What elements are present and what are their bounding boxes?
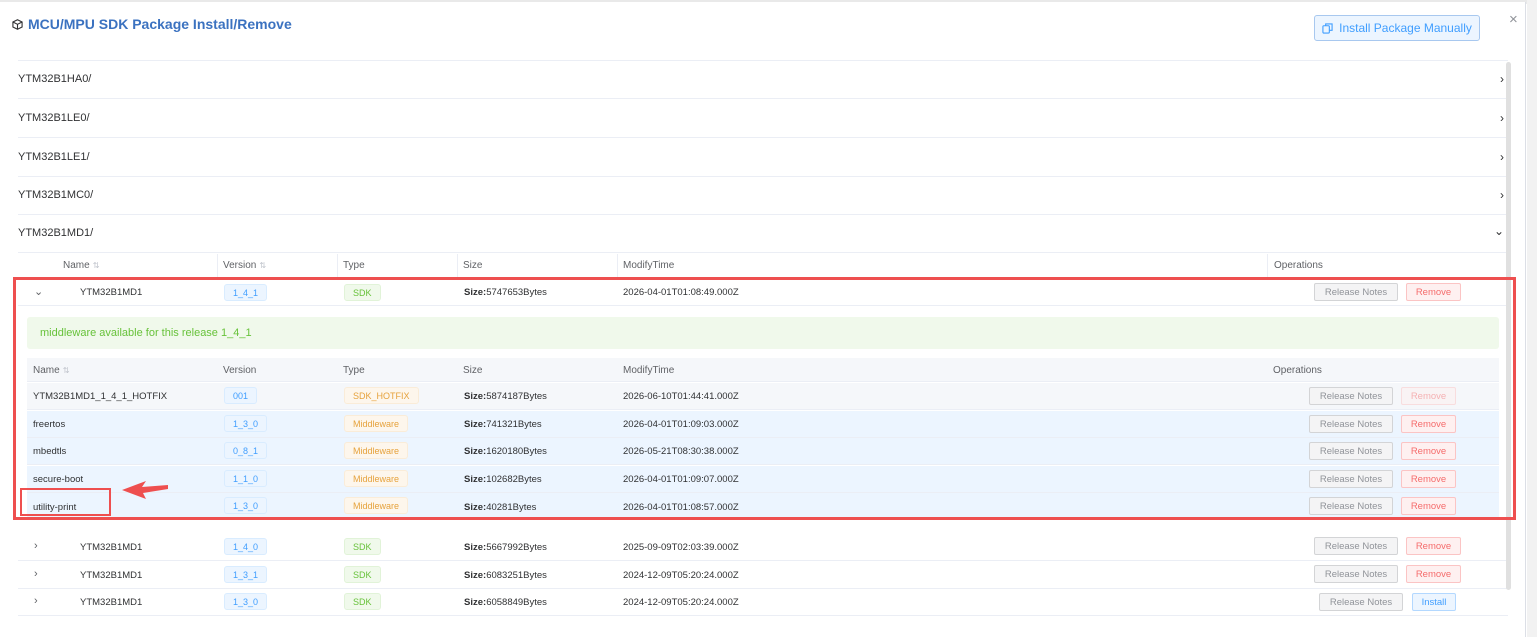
chevron-right-icon: › (1500, 188, 1504, 202)
collapse-group-label: YTM32B1MD1/ (18, 227, 94, 239)
copy-icon (1322, 22, 1333, 34)
collapse-group-ytm32b1le0[interactable]: YTM32B1LE0/ › (18, 99, 1508, 138)
chevron-right-icon: › (1500, 150, 1504, 164)
remove-button[interactable]: Remove (1406, 537, 1461, 555)
header-type: Type (343, 260, 365, 271)
row-modify-time: 2024-12-09T05:20:24.000Z (623, 597, 739, 608)
table-row: › YTM32B1MD1 1_3_0 SDK Size:6058849Bytes… (18, 589, 1508, 616)
version-tag: 1_3_1 (224, 566, 268, 583)
collapse-group-ytm32b1md1[interactable]: YTM32B1MD1/ ⌄ (18, 214, 1508, 253)
chevron-right-icon: › (1500, 111, 1504, 125)
row-size: Size:5667992Bytes (464, 542, 547, 553)
table-row: › YTM32B1MD1 1_3_1 SDK Size:6083251Bytes… (18, 561, 1508, 589)
type-tag: SDK (344, 566, 381, 583)
annotation-highlight-box (13, 277, 1516, 520)
row-name: YTM32B1MD1 (80, 570, 143, 581)
row-size: Size:6083251Bytes (464, 570, 547, 581)
column-divider (337, 254, 338, 278)
install-button[interactable]: Install (1412, 593, 1456, 611)
collapse-group-label: YTM32B1HA0/ (18, 73, 92, 85)
version-tag: 1_3_0 (224, 593, 268, 610)
annotation-arrow-icon (122, 481, 168, 499)
column-divider (217, 254, 218, 278)
row-modify-time: 2024-12-09T05:20:24.000Z (623, 570, 739, 581)
column-divider (457, 254, 458, 278)
collapse-group-ytm32b1mc0[interactable]: YTM32B1MC0/ › (18, 176, 1508, 215)
remove-button[interactable]: Remove (1406, 565, 1461, 583)
chevron-down-icon: ⌄ (1493, 224, 1504, 238)
header-operations: Operations (1274, 260, 1323, 271)
type-tag: SDK (344, 593, 381, 610)
chevron-right-icon: › (1500, 72, 1504, 86)
collapse-group-label: YTM32B1LE0/ (18, 112, 90, 124)
release-notes-button[interactable]: Release Notes (1314, 565, 1398, 583)
package-icon (12, 18, 23, 30)
release-notes-button[interactable]: Release Notes (1319, 593, 1403, 611)
install-package-manually-button[interactable]: Install Package Manually (1314, 15, 1480, 41)
column-divider (1267, 254, 1268, 278)
type-tag: SDK (344, 538, 381, 555)
collapse-group-label: YTM32B1MC0/ (18, 189, 94, 201)
sort-icon[interactable]: ⇅ (93, 261, 100, 270)
row-name: YTM32B1MD1 (80, 542, 143, 553)
close-icon[interactable]: × (1509, 11, 1518, 28)
annotation-highlight-box-small (20, 488, 111, 516)
background-edge (1527, 0, 1537, 637)
header-size: Size (463, 260, 483, 271)
collapse-group-label: YTM32B1LE1/ (18, 151, 90, 163)
table-row: › YTM32B1MD1 1_4_0 SDK Size:5667992Bytes… (18, 533, 1508, 561)
header-modify-time: ModifyTime (623, 260, 675, 271)
collapse-group-ytm32b1le1[interactable]: YTM32B1LE1/ › (18, 138, 1508, 177)
collapse-group-ytm32b1ha0[interactable]: YTM32B1HA0/ › (18, 60, 1508, 99)
row-name: YTM32B1MD1 (80, 597, 143, 608)
dialog-title: MCU/MPU SDK Package Install/Remove (12, 16, 292, 32)
row-size: Size:6058849Bytes (464, 597, 547, 608)
table-header: Name ⇅ Version ⇅ Type Size ModifyTime Oper… (18, 254, 1508, 278)
row-modify-time: 2025-09-09T02:03:39.000Z (623, 542, 739, 553)
install-package-manually-label: Install Package Manually (1339, 21, 1472, 35)
chevron-right-icon[interactable]: › (34, 568, 38, 580)
header-name[interactable]: Name ⇅ (63, 260, 99, 271)
column-divider (617, 254, 618, 278)
chevron-right-icon[interactable]: › (34, 540, 38, 552)
sort-icon[interactable]: ⇅ (259, 261, 266, 270)
release-notes-button[interactable]: Release Notes (1314, 537, 1398, 555)
dialog-title-text: MCU/MPU SDK Package Install/Remove (28, 16, 292, 32)
header-version[interactable]: Version ⇅ (223, 260, 266, 271)
version-tag: 1_4_0 (224, 538, 268, 555)
chevron-right-icon[interactable]: › (34, 595, 38, 607)
